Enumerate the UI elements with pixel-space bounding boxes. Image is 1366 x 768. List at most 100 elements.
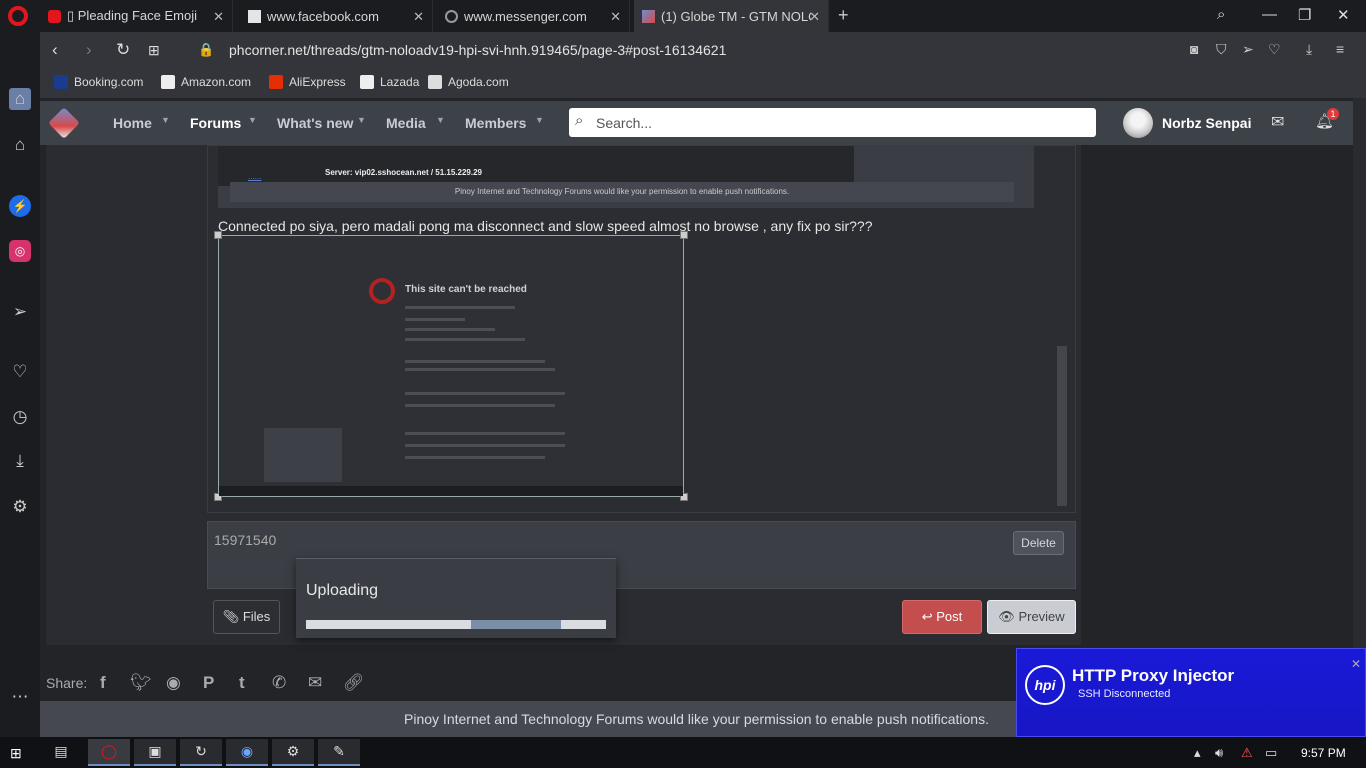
embed-server-text: Server: vip02.sshocean.net / 51.15.229.2… — [325, 168, 482, 177]
phcorner-logo[interactable] — [48, 107, 80, 139]
chevron-down-icon[interactable]: ▼ — [357, 115, 366, 125]
reddit-icon[interactable]: ◉ — [166, 673, 181, 693]
close-icon[interactable]: ✕ — [413, 9, 424, 25]
username[interactable]: Norbz Senpai — [1162, 115, 1251, 131]
opera-menu-icon[interactable] — [8, 6, 28, 26]
url-field[interactable]: phcorner.net/threads/gtm-noloadv19-hpi-s… — [229, 42, 726, 58]
reload-icon[interactable]: ↻ — [116, 40, 130, 60]
sync-taskbar-icon[interactable]: ↻ — [180, 739, 222, 766]
search-box[interactable]: ⌕ — [569, 108, 1096, 137]
file-explorer-icon[interactable]: ▤ — [40, 739, 82, 766]
proxy-injector-toast[interactable]: hpi HTTP Proxy Injector SSH Disconnected… — [1016, 648, 1366, 737]
tab-globe-tm[interactable]: (1) Globe TM - GTM NOLOA ✕ — [634, 0, 829, 32]
restore-icon[interactable]: ❐ — [1298, 6, 1311, 24]
heart-icon[interactable]: ♡ — [9, 361, 31, 383]
minimize-icon[interactable]: — — [1262, 6, 1277, 23]
close-icon[interactable]: ✕ — [610, 9, 621, 25]
screenshot-text-line — [405, 318, 465, 321]
bookmark-booking[interactable]: Booking.com — [54, 75, 143, 89]
facebook-icon[interactable]: f — [100, 673, 106, 693]
tab-facebook[interactable]: www.facebook.com ✕ — [240, 0, 433, 32]
post-editor[interactable]: Server: vip02.sshocean.net / 51.15.229.2… — [207, 145, 1076, 513]
post-text[interactable]: Connected po siya, pero madali pong ma d… — [218, 218, 873, 234]
amazon-icon — [161, 75, 175, 89]
post-button[interactable]: ↩ Post — [902, 600, 982, 634]
send-icon[interactable]: ➢ — [1242, 41, 1254, 58]
nav-whats-new[interactable]: What's new — [277, 115, 353, 131]
window-close-icon[interactable]: ✕ — [1337, 6, 1350, 24]
bookmark-lazada[interactable]: Lazada — [360, 75, 419, 89]
snapshot-icon[interactable]: ◙ — [1190, 41, 1198, 57]
clock[interactable]: 9:57 PM — [1301, 746, 1346, 760]
resize-handle[interactable] — [214, 231, 222, 239]
nav-home[interactable]: Home — [113, 115, 152, 131]
email-icon[interactable]: ✉ — [308, 673, 322, 693]
whatsapp-icon[interactable]: ✆ — [272, 673, 286, 693]
nav-members[interactable]: Members — [465, 115, 526, 131]
bookmark-aliexpress[interactable]: AliExpress — [269, 75, 346, 89]
easy-setup-icon[interactable]: ≡ — [1336, 41, 1344, 57]
chevron-down-icon[interactable]: ▼ — [436, 115, 445, 125]
bookmark-heart-icon[interactable]: ♡ — [1268, 41, 1281, 58]
twitter-icon[interactable]: 🐦︎ — [130, 673, 152, 693]
instagram-icon[interactable]: ◎ — [9, 240, 31, 262]
windows-start-icon[interactable]: ⊞ — [10, 745, 22, 762]
network-tool-taskbar-icon[interactable]: ⚙ — [272, 739, 314, 766]
booking-icon — [54, 75, 68, 89]
inline-screenshot[interactable]: This site can't be reached — [214, 231, 688, 501]
loading-favicon-icon — [445, 9, 458, 23]
workspace-icon[interactable]: ⌂ — [9, 88, 31, 110]
embed-push-text: Pinoy Internet and Technology Forums wou… — [230, 182, 1014, 202]
opera-taskbar-icon[interactable]: ◯ — [88, 739, 130, 766]
forward-icon[interactable]: › — [86, 40, 92, 60]
resize-handle[interactable] — [680, 231, 688, 239]
chevron-down-icon[interactable]: ▼ — [248, 115, 257, 125]
tool-taskbar-icon[interactable]: ✎ — [318, 739, 360, 766]
settings-icon[interactable]: ⚙ — [9, 496, 31, 518]
nav-forums[interactable]: Forums — [190, 115, 241, 131]
close-icon[interactable]: ✕ — [1351, 657, 1361, 671]
tab-pleading-face[interactable]: ▯ Pleading Face Emoji ✕ — [40, 0, 233, 32]
hpi-taskbar-icon[interactable]: ◉ — [226, 739, 268, 766]
search-input[interactable] — [596, 108, 1086, 137]
avatar[interactable] — [1123, 108, 1153, 138]
more-icon[interactable]: ⋯ — [9, 686, 31, 708]
delete-button[interactable]: Delete — [1013, 531, 1064, 555]
upload-progress-fill — [306, 620, 471, 629]
editor-scrollbar[interactable] — [1057, 346, 1067, 506]
history-icon[interactable]: ◷ — [9, 406, 31, 428]
download-icon[interactable]: ⤓ — [1306, 41, 1312, 58]
flow-send-icon[interactable]: ➢ — [9, 301, 31, 323]
tray-chevron-icon[interactable]: ▴ — [1194, 745, 1201, 761]
mail-icon[interactable]: ✉ — [1271, 112, 1284, 132]
messenger-icon[interactable]: ⚡ — [9, 195, 31, 217]
link-icon[interactable]: 🔗︎ — [343, 673, 365, 693]
home-icon[interactable]: ⌂ — [9, 134, 31, 156]
nav-media[interactable]: Media — [386, 115, 426, 131]
tab-messenger[interactable]: www.messenger.com ✕ — [437, 0, 630, 32]
tumblr-icon[interactable]: t — [239, 673, 245, 693]
chevron-down-icon[interactable]: ▼ — [535, 115, 544, 125]
search-tabs-icon[interactable]: ⌕ — [1217, 6, 1225, 23]
chevron-down-icon[interactable]: ▼ — [161, 115, 170, 125]
files-button[interactable]: 📎︎ Files — [213, 600, 280, 634]
preview-button[interactable]: 👁︎ Preview — [987, 600, 1076, 634]
close-icon[interactable]: ✕ — [213, 9, 224, 25]
pinterest-icon[interactable]: P — [203, 673, 214, 693]
speed-dial-icon[interactable]: ⊞ — [148, 42, 160, 59]
new-tab-icon[interactable]: + — [838, 5, 849, 26]
aliexpress-icon — [269, 75, 283, 89]
network-icon[interactable]: ▭ — [1265, 745, 1277, 761]
bookmark-agoda[interactable]: Agoda.com — [428, 75, 509, 89]
page-scrollbar[interactable] — [1353, 98, 1366, 737]
back-icon[interactable]: ‹ — [52, 40, 58, 60]
network-error-icon[interactable]: ⚠ — [1241, 745, 1253, 761]
bookmark-amazon[interactable]: Amazon.com — [161, 75, 251, 89]
paperclip-icon: 📎︎ — [222, 609, 240, 624]
downloads-icon[interactable]: ⤓ — [9, 450, 31, 472]
app-taskbar-icon[interactable]: ▣ — [134, 739, 176, 766]
embed-link: ...... — [248, 172, 262, 181]
vpn-shield-icon[interactable]: ⛉ — [1216, 41, 1227, 58]
volume-icon[interactable]: 🔊︎ — [1215, 745, 1223, 761]
close-icon[interactable]: ✕ — [809, 9, 820, 25]
